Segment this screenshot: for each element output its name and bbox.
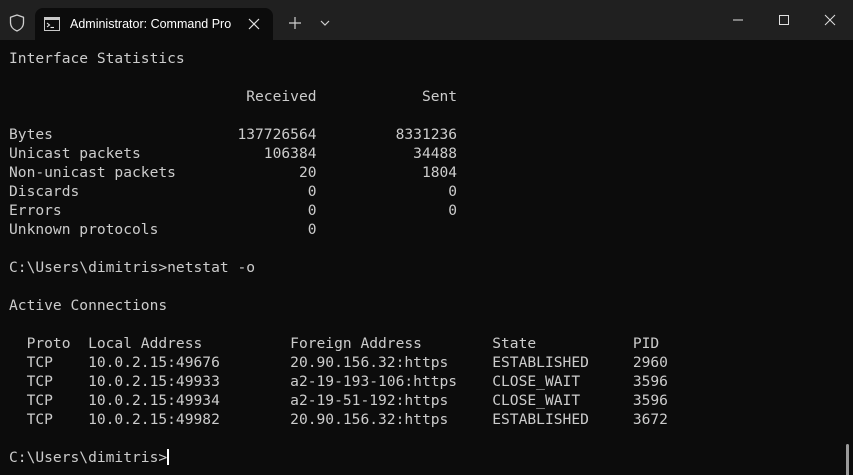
cmd-prompt-icon xyxy=(44,17,60,31)
close-window-button[interactable] xyxy=(807,0,853,40)
close-icon[interactable] xyxy=(247,17,261,31)
text-cursor xyxy=(167,449,169,465)
scrollbar-thumb[interactable] xyxy=(846,444,849,475)
terminal-line: Errors 0 0 xyxy=(9,202,458,219)
terminal-line: Discards 0 0 xyxy=(9,183,458,200)
chevron-down-icon xyxy=(320,20,330,26)
terminal-line: Interface Statistics xyxy=(9,50,185,67)
title-bar[interactable]: Administrator: Command Pro xyxy=(0,0,853,40)
plus-icon xyxy=(289,17,301,29)
minimize-icon xyxy=(733,19,743,21)
terminal-line: TCP 10.0.2.15:49934 a2-19-51-192:https C… xyxy=(9,392,668,409)
command-prompt: C:\Users\dimitris> xyxy=(9,449,168,466)
terminal-line: Proto Local Address Foreign Address Stat… xyxy=(9,335,660,352)
terminal-line: Unicast packets 106384 34488 xyxy=(9,145,458,162)
tab-title: Administrator: Command Pro xyxy=(70,17,232,31)
terminal-lines: Interface Statistics Received Sent Bytes… xyxy=(9,50,668,428)
terminal-line: Active Connections xyxy=(9,297,168,314)
minimize-button[interactable] xyxy=(715,0,761,40)
maximize-icon xyxy=(779,15,789,25)
terminal-line: Non-unicast packets 20 1804 xyxy=(9,164,458,181)
new-tab-button[interactable] xyxy=(286,14,304,32)
terminal-window: Administrator: Command Pro Interface Sta… xyxy=(0,0,853,475)
shield-icon xyxy=(9,14,25,32)
close-icon xyxy=(824,14,836,26)
terminal-line: Unknown protocols 0 xyxy=(9,221,317,238)
maximize-button[interactable] xyxy=(761,0,807,40)
terminal-line: Received Sent xyxy=(9,88,458,105)
tab-dropdown-button[interactable] xyxy=(316,14,334,32)
terminal-text: Interface Statistics Received Sent Bytes… xyxy=(9,49,668,467)
terminal-line: TCP 10.0.2.15:49982 20.90.156.32:https E… xyxy=(9,411,668,428)
terminal-line: C:\Users\dimitris>netstat -o xyxy=(9,259,256,276)
tab-command-prompt[interactable]: Administrator: Command Pro xyxy=(35,8,273,40)
terminal-line: Bytes 137726564 8331236 xyxy=(9,126,458,143)
terminal-line: TCP 10.0.2.15:49933 a2-19-193-106:https … xyxy=(9,373,668,390)
terminal-output[interactable]: Interface Statistics Received Sent Bytes… xyxy=(0,40,853,475)
terminal-line: TCP 10.0.2.15:49676 20.90.156.32:https E… xyxy=(9,354,668,371)
